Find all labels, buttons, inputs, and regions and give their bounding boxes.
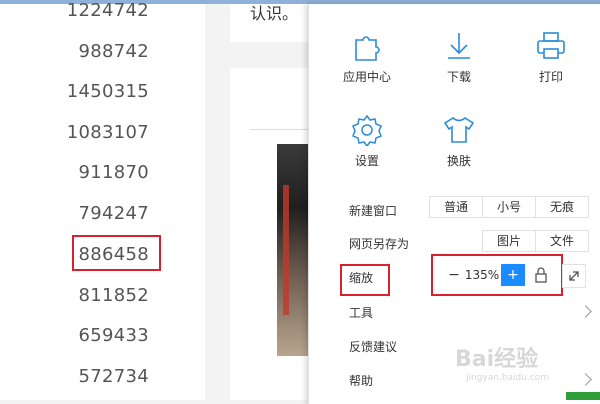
menu-settings-label: 设置 bbox=[354, 154, 379, 168]
save-as-image-button[interactable]: 图片 bbox=[482, 230, 536, 252]
number-highlight-box bbox=[72, 235, 161, 271]
list-item: 659433 bbox=[78, 325, 149, 346]
list-item: 811852 bbox=[78, 285, 149, 306]
list-item: 911870 bbox=[78, 162, 149, 183]
watermark-logo: Bai经验 bbox=[455, 347, 539, 372]
list-item: 1224742 bbox=[66, 0, 149, 21]
green-corner-badge bbox=[566, 392, 600, 400]
list-item: 572734 bbox=[78, 366, 149, 387]
menu-download-label: 下载 bbox=[446, 70, 471, 84]
chevron-right-icon bbox=[579, 305, 592, 318]
content-text: 认识。 bbox=[250, 4, 299, 23]
new-window-small-button[interactable]: 小号 bbox=[482, 196, 536, 218]
list-item: 988742 bbox=[78, 41, 149, 62]
menu-download[interactable]: 下载 bbox=[419, 30, 499, 85]
fullscreen-button[interactable] bbox=[562, 264, 586, 288]
new-window-incognito-button[interactable]: 无痕 bbox=[535, 196, 589, 218]
expand-icon bbox=[569, 271, 579, 281]
zoom-level-value: 135% bbox=[464, 268, 500, 282]
list-item: 794247 bbox=[78, 203, 149, 224]
save-as-label: 网页另存为 bbox=[349, 237, 410, 251]
menu-feedback[interactable]: 反馈建议 bbox=[349, 338, 397, 355]
zoom-label: 缩放 bbox=[349, 271, 374, 285]
baidu-jingyan-watermark: Bai经验 jingyan.baidu.com bbox=[455, 335, 595, 395]
menu-app-center-label: 应用中心 bbox=[342, 70, 391, 84]
zoom-out-button[interactable]: − bbox=[445, 264, 463, 286]
list-item: 1083107 bbox=[66, 122, 149, 143]
menu-tools[interactable]: 工具 bbox=[349, 304, 373, 321]
watermark-url: jingyan.baidu.com bbox=[466, 373, 550, 383]
new-window-normal-button[interactable]: 普通 bbox=[429, 196, 483, 218]
zoom-in-button[interactable]: + bbox=[501, 264, 525, 286]
number-list: 1224742 988742 1450315 1083107 911870 79… bbox=[0, 0, 205, 400]
menu-skin[interactable]: 换肤 bbox=[419, 114, 499, 169]
save-as-file-button[interactable]: 文件 bbox=[535, 230, 589, 252]
menu-print[interactable]: 打印 bbox=[511, 30, 591, 85]
new-window-label: 新建窗口 bbox=[349, 204, 398, 218]
puzzle-icon bbox=[355, 36, 380, 61]
printer-icon bbox=[537, 32, 565, 59]
menu-skin-label: 换肤 bbox=[446, 154, 471, 168]
gear-icon bbox=[352, 114, 382, 146]
zoom-lock-button[interactable] bbox=[531, 264, 551, 286]
list-item: 1450315 bbox=[66, 81, 149, 102]
menu-print-label: 打印 bbox=[538, 70, 563, 84]
menu-help[interactable]: 帮助 bbox=[349, 372, 373, 389]
menu-app-center[interactable]: 应用中心 bbox=[327, 30, 407, 85]
photo-detail bbox=[283, 185, 289, 315]
lock-icon bbox=[535, 267, 547, 283]
download-icon bbox=[448, 33, 470, 59]
menu-settings[interactable]: 设置 bbox=[327, 114, 407, 169]
shirt-icon bbox=[443, 117, 475, 143]
